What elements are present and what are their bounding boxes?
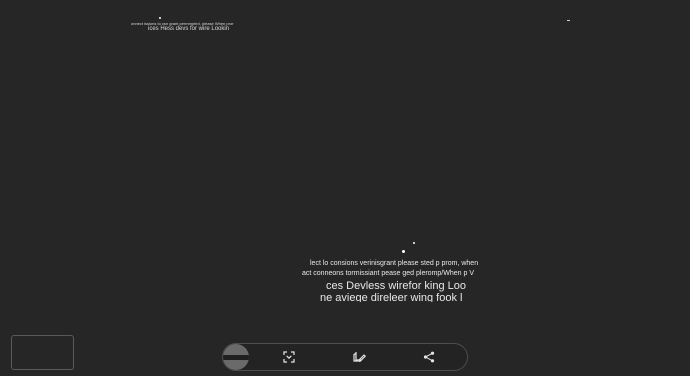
preview-text-line: ne aviege direleer wing fook l (320, 292, 463, 302)
edit-button[interactable] (345, 344, 373, 370)
preview-dot (413, 242, 415, 244)
scan-text-icon (283, 351, 295, 363)
preview-text-line: lect lo consions verinisgrant please ste… (310, 260, 479, 267)
corner-mark (567, 20, 570, 21)
share-icon (423, 351, 435, 363)
preview-content-bottom: lect lo consions verinisgrant please ste… (296, 236, 528, 302)
edit-icon (352, 351, 366, 363)
preview-text-line: ces Devless wirefor king Loo (326, 280, 467, 292)
preview-text-line: act conneons tormissiant pease ged plero… (302, 270, 474, 277)
thumbnail-button[interactable] (223, 344, 251, 370)
preview-content-top: onnect issions to csn grant permmpted, p… (126, 16, 248, 38)
preview-dot (402, 250, 405, 253)
preview-dot (159, 17, 161, 19)
scan-text-button[interactable] (275, 344, 303, 370)
screen-capture-preview: onnect issions to csn grant permmpted, p… (0, 0, 690, 376)
capture-toolbar (222, 343, 468, 371)
capture-thumbnail[interactable] (11, 335, 74, 370)
preview-text-line: ices Hess devs for wire Lookin (148, 26, 230, 32)
share-button[interactable] (415, 344, 443, 370)
circle-thumbnail-icon (223, 344, 249, 370)
